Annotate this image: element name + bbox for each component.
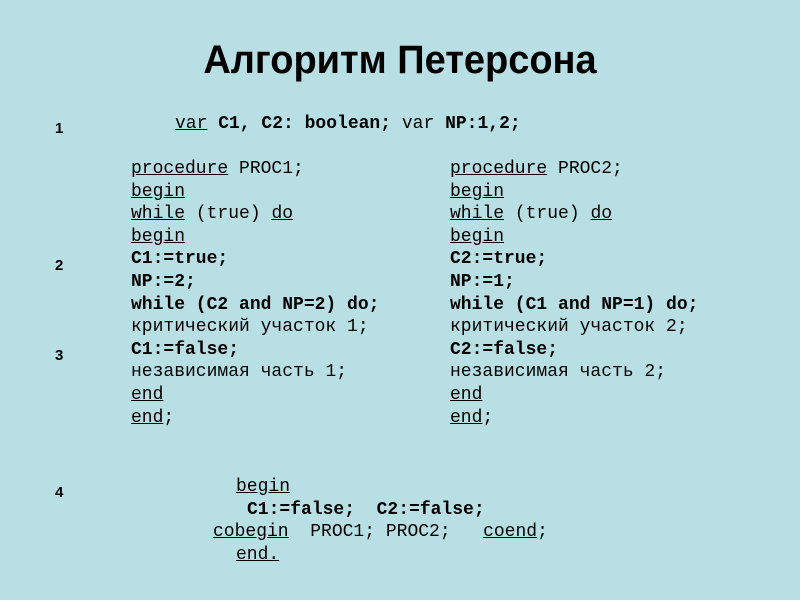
variable-declaration: var C1, C2: boolean; var NP:1,2;	[175, 113, 521, 136]
keyword-begin: begin	[236, 477, 291, 497]
semicolon: ;	[482, 407, 494, 428]
keyword-begin: begin	[450, 226, 505, 247]
proc2-while-loop: while (true) do	[450, 203, 698, 226]
proc2-end: end;	[450, 407, 698, 430]
keyword-coend: coend	[483, 522, 538, 543]
proc2-critical-section: критический участок 2;	[450, 317, 688, 338]
loop-condition: (true)	[504, 204, 591, 225]
slide-title: Алгоритм Петерсона	[203, 38, 597, 82]
proc2-header: procedure PROC2;	[450, 158, 698, 181]
keyword-begin: begin	[131, 181, 186, 202]
proc1-header: procedure PROC1;	[131, 158, 379, 181]
loop-condition: (true)	[185, 204, 272, 225]
proc2-begin: begin	[450, 181, 698, 204]
keyword-procedure: procedure	[450, 159, 548, 179]
semicolon: ;	[163, 407, 175, 428]
keyword-end: end	[450, 384, 483, 405]
keyword-end: end	[450, 407, 483, 428]
proc1-begin: begin	[131, 181, 379, 204]
proc1-critical-section: критический участок 1;	[131, 317, 369, 338]
proc1-end-inner: end	[131, 384, 379, 407]
proc-name: PROC2;	[547, 159, 623, 179]
step-number-4: 4	[55, 484, 64, 501]
keyword-end: end.	[236, 544, 280, 565]
keyword-end: end	[131, 407, 164, 428]
keyword-end: end	[131, 384, 164, 405]
parallel-procs: PROC1; PROC2;	[288, 522, 484, 543]
proc1-begin-inner: begin	[131, 226, 379, 249]
keyword-var: var	[175, 114, 208, 134]
main-begin: begin	[213, 476, 548, 499]
proc1-end: end;	[131, 407, 379, 430]
proc1-wait-loop: while (C2 and NP=2) do;	[131, 294, 380, 315]
keyword-do: do	[271, 204, 294, 225]
proc1-clear-flag: C1:=false;	[131, 339, 240, 360]
main-end: end.	[213, 544, 548, 567]
decl-np: NP:1,2;	[434, 114, 521, 134]
keyword-cobegin: cobegin	[213, 522, 289, 543]
proc1-while-loop: while (true) do	[131, 203, 379, 226]
proc2-end-inner: end	[450, 384, 698, 407]
keyword-procedure: procedure	[131, 159, 229, 179]
proc1-set-flag: C1:=true;	[131, 249, 229, 270]
proc2-set-flag: C2:=true;	[450, 249, 548, 270]
step-number-2: 2	[55, 257, 64, 274]
proc2-set-turn: NP:=1;	[450, 271, 515, 292]
keyword-while: while	[450, 204, 505, 225]
keyword-begin: begin	[450, 181, 505, 202]
semicolon: ;	[537, 522, 548, 543]
keyword-begin: begin	[131, 226, 186, 247]
proc2-wait-loop: while (C1 and NP=1) do;	[450, 294, 699, 315]
proc2-clear-flag: C2:=false;	[450, 339, 559, 360]
step-number-3: 3	[55, 347, 64, 364]
decl-c1-c2: C1, C2: boolean;	[207, 114, 392, 134]
main-program-code: begin C1:=false; C2:=false; cobegin PROC…	[213, 476, 548, 566]
proc1-independent-part: независимая часть 1;	[131, 362, 348, 383]
keyword-do: do	[590, 204, 613, 225]
proc2-code: procedure PROC2; begin while (true) do b…	[450, 158, 698, 429]
main-init-flags: C1:=false; C2:=false;	[247, 499, 485, 520]
proc-name: PROC1;	[228, 159, 304, 179]
proc1-code: procedure PROC1; begin while (true) do b…	[131, 158, 379, 429]
step-number-1: 1	[55, 120, 64, 137]
proc2-independent-part: независимая часть 2;	[450, 362, 667, 383]
main-cobegin: cobegin PROC1; PROC2; coend;	[213, 521, 548, 544]
keyword-var-2: var	[391, 114, 435, 134]
proc2-begin-inner: begin	[450, 226, 698, 249]
proc1-set-turn: NP:=2;	[131, 271, 196, 292]
keyword-while: while	[131, 204, 186, 225]
